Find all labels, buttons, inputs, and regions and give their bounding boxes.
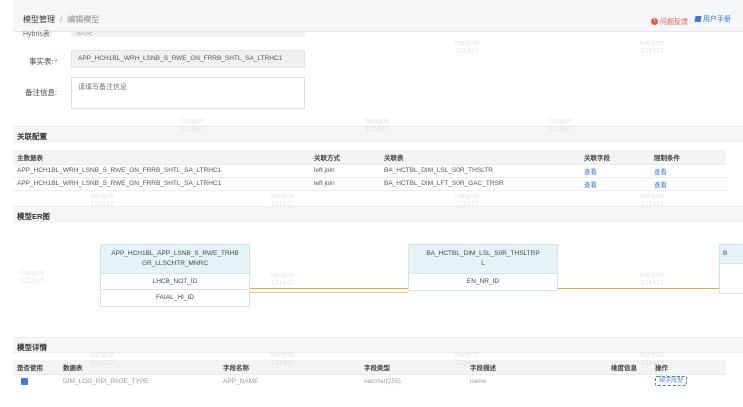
col-join-field: 关联字段 — [580, 150, 650, 165]
row-join-type: left join — [310, 164, 380, 178]
breadcrumb-separator: / — [60, 15, 63, 24]
watermark-line1: bangcle — [548, 118, 573, 125]
fact-table-input[interactable]: APP_HCH1BL_WRH_LSNB_S_RWE_GN_FRRB_SHTL_S… — [71, 50, 305, 68]
view-field-link[interactable]: 查看 — [584, 169, 597, 176]
row-field-desc: name — [470, 377, 487, 385]
field-action-button[interactable]: 规字段型 — [655, 376, 688, 387]
er-diagram[interactable]: APP_HCH1BL_APP_LSNB_S_RWE_TRHB GR_LLSCHT… — [13, 222, 743, 328]
col-dimension: 维度信息 — [607, 360, 651, 375]
er-right-title-line2: L — [481, 260, 485, 267]
view-condition-link[interactable]: 查看 — [654, 169, 667, 176]
feedback-label: 问题反馈 — [660, 18, 689, 26]
col-actions: 操作 — [651, 360, 726, 375]
row-data-table: DIM_LOG_RPI_PAGE_TYPE — [63, 377, 149, 385]
header-links: ! 问题反馈 用户手册 — [646, 14, 731, 27]
watermark-line1: bangcle — [640, 193, 665, 200]
row-target-table: BA_HCTBL_DIM_LFT_S0R_GAC_TRSR — [380, 177, 580, 191]
er-link-line — [250, 292, 408, 293]
relation-header-row: 主数据表 关联方式 关联表 关联字段 限制条件 — [13, 150, 726, 165]
er-left-title: APP_HCH1BL_APP_LSNB_S_RWE_TRHB GR_LLSCHT… — [101, 245, 249, 274]
details-section-title: 模型详情 — [17, 343, 47, 352]
er-left-field: FAIAL_HI_ID — [101, 290, 249, 306]
manual-link[interactable]: 用户手册 — [694, 14, 731, 24]
note-label: 备注信息: — [25, 88, 58, 97]
er-left-title-line2: GR_LLSCHTR_MNRC — [141, 260, 209, 267]
row-main-table: APP_HCH1BL_WRH_LSNB_S_RWE_GN_FRRB_SHTL_S… — [13, 177, 310, 191]
details-header-row: 是否使用 数据表 字段名称 字段类型 字段描述 维度信息 操作 — [13, 360, 726, 375]
er-third-title: B — [720, 245, 743, 264]
fact-table-label: 事实表:* — [29, 56, 58, 67]
row-main-table: APP_HCH1BL_WRH_LSNB_S_RWE_GN_FRRB_SHTL_S… — [13, 164, 310, 178]
er-section-header: 模型ER图 — [13, 206, 743, 222]
col-in-use: 是否使用 — [13, 360, 59, 375]
in-use-checkbox[interactable] — [21, 377, 28, 385]
details-table: 是否使用 数据表 字段名称 字段类型 字段描述 维度信息 操作 DIM_LOG_… — [13, 360, 726, 388]
breadcrumb-current: 编辑模型 — [67, 15, 100, 24]
hybris-label: Hybris表: — [23, 31, 52, 38]
watermark-line1: bangcle — [90, 352, 115, 359]
col-target-table: 关联表 — [380, 150, 580, 165]
er-left-title-line1: APP_HCH1BL_APP_LSNB_S_RWE_TRHB — [111, 250, 239, 257]
col-join-type: 关联方式 — [310, 150, 380, 165]
watermark-line1: bangcle — [90, 193, 115, 200]
er-left-field: LHCB_NOT_ID — [101, 274, 249, 290]
relation-section-title: 关联配置 — [17, 132, 47, 141]
er-link-line — [558, 288, 719, 289]
relation-table: 主数据表 关联方式 关联表 关联字段 限制条件 APP_HCH1BL_WRH_L… — [13, 150, 726, 191]
watermark-line1: bangcle — [270, 193, 295, 200]
required-mark: * — [54, 57, 58, 66]
col-data-table: 数据表 — [59, 360, 219, 375]
feedback-link[interactable]: ! 问题反馈 — [651, 17, 688, 27]
table-row: APP_HCH1BL_WRH_LSNB_S_RWE_GN_FRRB_SHTL_S… — [13, 164, 726, 178]
er-third-table[interactable]: B — [719, 244, 743, 294]
alert-icon: ! — [651, 18, 659, 25]
details-section-header: 模型详情 — [13, 337, 743, 353]
row-dimension — [607, 374, 651, 388]
view-field-link[interactable]: 查看 — [584, 182, 597, 189]
fact-table-label-text: 事实表: — [29, 57, 54, 66]
col-field-name: 字段名称 — [219, 360, 360, 375]
watermark-line1: bangcle — [365, 118, 390, 125]
er-link-line — [250, 288, 408, 289]
row-target-table: BA_HCTBL_DIM_LSL_S0R_THSLTR — [380, 164, 580, 178]
table-row: APP_HCH1BL_WRH_LSNB_S_RWE_GN_FRRB_SHTL_S… — [13, 177, 726, 191]
er-right-title: BA_HCTBL_DIM_LSL_S0R_THSLTRP L — [409, 245, 557, 274]
row-field-name: APP_NAME — [223, 377, 259, 385]
col-field-type: 字段类型 — [360, 360, 466, 375]
watermark-line1: bangcle — [455, 193, 480, 200]
book-icon — [694, 16, 702, 22]
model-form: Hybris表: BASE 事实表:* APP_HCH1BL_WRH_LSNB_… — [13, 31, 743, 112]
hybris-value: BASE — [71, 32, 305, 37]
manual-label: 用户手册 — [703, 16, 731, 23]
row-field-type: varchar(255) — [364, 377, 401, 385]
watermark-line1: bangcle — [455, 352, 480, 359]
er-left-table[interactable]: APP_HCH1BL_APP_LSNB_S_RWE_TRHB GR_LLSCHT… — [100, 244, 250, 307]
watermark-line1: bangcle — [270, 352, 295, 359]
er-right-title-line1: BA_HCTBL_DIM_LSL_S0R_THSLTRP — [426, 250, 540, 257]
er-right-field: EN_NR_ID — [409, 274, 557, 290]
col-condition: 限制条件 — [650, 150, 726, 165]
breadcrumb: 模型管理 / 编辑模型 — [23, 14, 99, 25]
breadcrumb-root[interactable]: 模型管理 — [23, 15, 55, 24]
relation-section-header: 关联配置 — [13, 126, 743, 142]
table-row: DIM_LOG_RPI_PAGE_TYPE APP_NAME varchar(2… — [13, 374, 726, 388]
top-bar: 模型管理 / 编辑模型 ! 问题反馈 用户手册 — [13, 0, 743, 32]
er-right-table[interactable]: BA_HCTBL_DIM_LSL_S0R_THSLTRP L EN_NR_ID — [408, 244, 558, 291]
col-main-table: 主数据表 — [13, 150, 310, 165]
row-join-type: left join — [310, 177, 380, 191]
col-field-desc: 字段描述 — [466, 360, 607, 375]
note-textarea[interactable] — [71, 77, 305, 109]
watermark-line1: bangcle — [180, 118, 205, 125]
er-section-title: 模型ER图 — [17, 212, 50, 221]
view-condition-link[interactable]: 查看 — [654, 182, 667, 189]
watermark-line1: bangcle — [640, 352, 665, 359]
